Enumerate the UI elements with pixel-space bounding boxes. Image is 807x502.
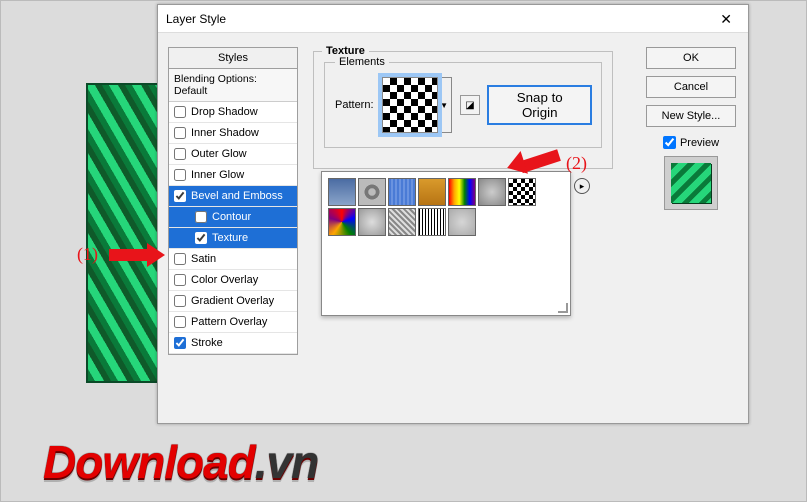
style-row-outer-glow[interactable]: Outer Glow <box>169 144 297 165</box>
style-checkbox[interactable] <box>174 127 186 139</box>
style-checkbox[interactable] <box>174 274 186 286</box>
style-label: Contour <box>212 211 251 223</box>
style-row-inner-glow[interactable]: Inner Glow <box>169 165 297 186</box>
blending-options-row[interactable]: Blending Options: Default <box>169 69 297 102</box>
new-style-button[interactable]: New Style... <box>646 105 736 127</box>
watermark-main: Download <box>43 436 255 488</box>
elements-fieldset: Elements Pattern: ▼ ◪ Snap to Origin <box>324 62 602 148</box>
style-label: Stroke <box>191 337 223 349</box>
style-row-bevel-and-emboss[interactable]: Bevel and Emboss <box>169 186 297 207</box>
annotation-2-arrow-icon <box>499 143 559 167</box>
style-row-inner-shadow[interactable]: Inner Shadow <box>169 123 297 144</box>
style-checkbox[interactable] <box>174 106 186 118</box>
pattern-dropdown-icon[interactable]: ▼ <box>438 77 452 133</box>
style-checkbox[interactable] <box>174 316 186 328</box>
preview-checkbox-row[interactable]: Preview <box>663 136 719 149</box>
pattern-label: Pattern: <box>335 99 374 111</box>
texture-fieldset: Texture Elements Pattern: ▼ ◪ Snap to Or… <box>313 51 613 169</box>
cancel-button[interactable]: Cancel <box>646 76 736 98</box>
popup-resize-handle[interactable] <box>558 303 568 313</box>
preview-checkbox[interactable] <box>663 136 676 149</box>
style-row-pattern-overlay[interactable]: Pattern Overlay <box>169 312 297 333</box>
pattern-thumb[interactable] <box>358 178 386 206</box>
style-row-color-overlay[interactable]: Color Overlay <box>169 270 297 291</box>
style-row-texture[interactable]: Texture <box>169 228 297 249</box>
close-icon[interactable]: ✕ <box>712 5 740 33</box>
style-label: Outer Glow <box>191 148 247 160</box>
style-checkbox[interactable] <box>174 337 186 349</box>
annotation-1-label: (1) <box>77 244 98 265</box>
style-label: Gradient Overlay <box>191 295 274 307</box>
style-label: Bevel and Emboss <box>191 190 283 202</box>
style-row-drop-shadow[interactable]: Drop Shadow <box>169 102 297 123</box>
dialog-body: Styles Blending Options: Default Drop Sh… <box>158 33 748 423</box>
watermark: Download.vn <box>43 435 318 489</box>
dialog-title: Layer Style <box>166 5 226 33</box>
pattern-thumb[interactable] <box>328 208 356 236</box>
right-button-column: OK Cancel New Style... Preview <box>646 47 736 210</box>
snap-to-origin-button[interactable]: Snap to Origin <box>488 86 591 124</box>
style-label: Texture <box>212 232 248 244</box>
annotation-1-arrow-icon <box>109 243 169 267</box>
style-row-stroke[interactable]: Stroke <box>169 333 297 354</box>
watermark-suffix: .vn <box>255 436 318 488</box>
pattern-thumb[interactable] <box>358 208 386 236</box>
style-checkbox[interactable] <box>174 295 186 307</box>
style-checkbox[interactable] <box>195 232 207 244</box>
preview-label: Preview <box>680 137 719 149</box>
style-row-gradient-overlay[interactable]: Gradient Overlay <box>169 291 297 312</box>
pattern-thumb[interactable] <box>418 208 446 236</box>
style-label: Color Overlay <box>191 274 258 286</box>
style-checkbox[interactable] <box>195 211 207 223</box>
pattern-thumb[interactable] <box>388 178 416 206</box>
styles-header[interactable]: Styles <box>169 48 297 69</box>
pattern-thumb[interactable] <box>448 208 476 236</box>
pattern-thumb[interactable] <box>508 178 536 206</box>
style-label: Pattern Overlay <box>191 316 267 328</box>
pattern-thumb[interactable] <box>418 178 446 206</box>
style-checkbox[interactable] <box>174 190 186 202</box>
pattern-thumb[interactable] <box>448 178 476 206</box>
new-preset-button[interactable]: ◪ <box>460 95 481 115</box>
style-label: Drop Shadow <box>191 106 258 118</box>
pattern-thumb[interactable] <box>328 178 356 206</box>
style-label: Inner Shadow <box>191 127 259 139</box>
preview-thumbnail-art <box>671 163 711 203</box>
pattern-thumb[interactable] <box>388 208 416 236</box>
style-checkbox[interactable] <box>174 148 186 160</box>
canvas-preview-art <box>86 83 161 383</box>
pattern-grid <box>328 178 564 236</box>
blending-options-label: Blending Options: Default <box>174 73 292 97</box>
style-checkbox[interactable] <box>174 169 186 181</box>
style-row-contour[interactable]: Contour <box>169 207 297 228</box>
pattern-swatch[interactable] <box>382 77 438 133</box>
popup-menu-icon[interactable]: ▸ <box>574 178 590 194</box>
dialog-titlebar: Layer Style ✕ <box>158 5 748 33</box>
ok-button[interactable]: OK <box>646 47 736 69</box>
style-row-satin[interactable]: Satin <box>169 249 297 270</box>
preview-thumbnail <box>664 156 718 210</box>
elements-legend: Elements <box>335 56 389 68</box>
pattern-picker-popup: ▸ <box>321 171 571 316</box>
annotation-2-label: (2) <box>566 153 587 174</box>
style-label: Inner Glow <box>191 169 244 181</box>
layer-style-dialog: Layer Style ✕ Styles Blending Options: D… <box>157 4 749 424</box>
styles-panel: Styles Blending Options: Default Drop Sh… <box>168 47 298 355</box>
texture-panel: Texture Elements Pattern: ▼ ◪ Snap to Or… <box>313 51 613 169</box>
style-label: Satin <box>191 253 216 265</box>
